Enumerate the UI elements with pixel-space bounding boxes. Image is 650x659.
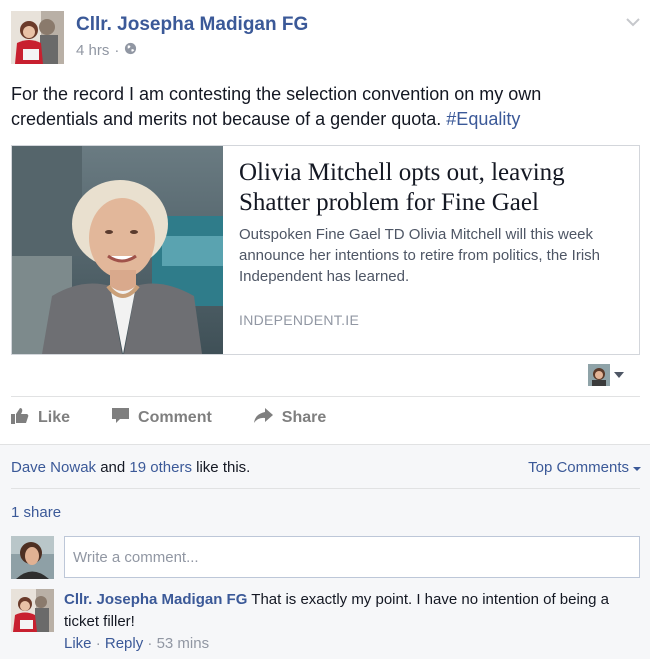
like-icon [11, 407, 29, 429]
comment-input[interactable] [64, 536, 640, 578]
like-button[interactable]: Like [11, 407, 70, 429]
liker-link[interactable]: Dave Nowak [11, 459, 96, 476]
commenter-avatar[interactable] [11, 589, 54, 632]
post-meta: 4 hrs · [76, 42, 137, 59]
comment-meta: Like · Reply · 53 mins [64, 635, 209, 652]
comment-button[interactable]: Comment [112, 407, 212, 429]
likes-suffix: like this. [196, 459, 251, 476]
others-link[interactable]: 19 others [129, 459, 192, 476]
comment-icon [112, 407, 130, 429]
share-icon [253, 408, 273, 428]
post-as-selector[interactable] [588, 364, 624, 386]
likes-and: and [100, 459, 126, 476]
meta-separator: · [114, 42, 120, 59]
likes-summary: Dave Nowak and 19 others like this. [11, 459, 250, 476]
article-source: INDEPENDENT.IE [239, 312, 360, 328]
feedback-section: Dave Nowak and 19 others like this. Top … [0, 444, 650, 659]
actions-divider [11, 396, 640, 397]
comment-label: Comment [138, 409, 212, 426]
comment-reply-link[interactable]: Reply [105, 635, 143, 652]
post-text: For the record I am contesting the selec… [11, 82, 631, 132]
shares-link[interactable]: 1 share [11, 504, 61, 521]
comment-meta-separator: · [147, 635, 153, 652]
article-image[interactable] [12, 146, 223, 354]
caret-down-icon [633, 459, 641, 476]
comment-body: Cllr. Josepha Madigan FG That is exactly… [64, 589, 624, 633]
comment-author[interactable]: Cllr. Josepha Madigan FG [64, 591, 247, 608]
chevron-down-icon[interactable] [625, 14, 641, 30]
feedback-divider [11, 488, 640, 489]
comment-meta-separator: · [95, 635, 101, 652]
globe-icon [124, 42, 137, 59]
top-comments-label: Top Comments [528, 459, 629, 476]
top-comments-dropdown[interactable]: Top Comments [528, 459, 641, 476]
viewer-avatar[interactable] [11, 536, 54, 579]
selector-avatar [588, 364, 610, 386]
author-avatar[interactable] [11, 11, 64, 64]
hashtag-link[interactable]: #Equality [446, 109, 520, 129]
facebook-post: Cllr. Josepha Madigan FG 4 hrs · For the… [0, 0, 650, 659]
share-label: Share [281, 409, 327, 426]
article-title[interactable]: Olivia Mitchell opts out, leaving Shatte… [239, 158, 629, 218]
post-time[interactable]: 4 hrs [76, 42, 109, 59]
caret-down-icon [614, 366, 624, 384]
comment-like-link[interactable]: Like [64, 635, 92, 652]
share-button[interactable]: Share [253, 408, 327, 428]
link-preview-card[interactable]: Olivia Mitchell opts out, leaving Shatte… [11, 145, 640, 355]
article-description: Outspoken Fine Gael TD Olivia Mitchell w… [239, 226, 601, 285]
author-name[interactable]: Cllr. Josepha Madigan FG [76, 14, 308, 36]
comment-time[interactable]: 53 mins [157, 635, 210, 652]
action-bar: Like Comment Share [11, 405, 368, 431]
like-label: Like [38, 409, 71, 426]
